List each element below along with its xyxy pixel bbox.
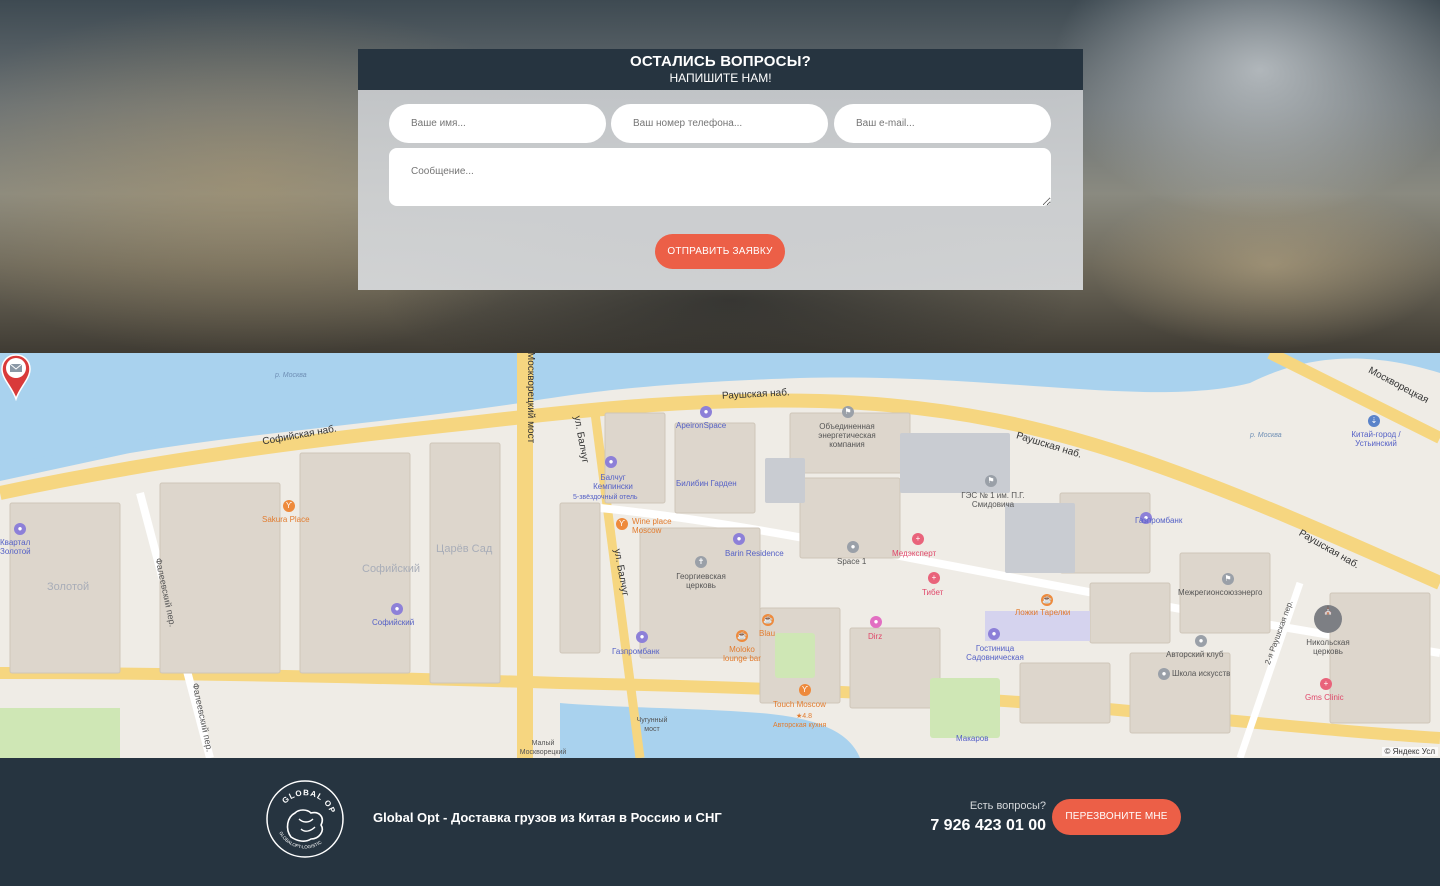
poi-label: Квартал Золотой xyxy=(0,538,31,556)
message-textarea[interactable] xyxy=(389,148,1051,206)
river-label: р. Москва xyxy=(275,372,307,379)
flag-icon[interactable]: ⚑ xyxy=(842,406,854,418)
street-label: Москворецкий мост xyxy=(525,353,537,444)
phone-number[interactable]: 7 926 423 01 00 xyxy=(900,817,1046,835)
poi-label: Тибет xyxy=(922,588,944,597)
district-label: Софийский xyxy=(362,563,421,575)
business-icon[interactable]: ● xyxy=(847,541,859,553)
poi-label: Space 1 xyxy=(837,557,867,566)
poi-label: Авторский клуб xyxy=(1166,650,1224,659)
poi-label: Barin Residence xyxy=(725,549,784,558)
global-opt-logo: GLOBAL OPT GLOBALOPT-LOGISTIC xyxy=(265,779,344,858)
cafe-icon[interactable]: ☕ xyxy=(762,614,774,626)
poi-label: Газпромбанк xyxy=(1135,516,1183,525)
poi-rating: ★4.8 xyxy=(796,713,813,720)
poi-label: Никольская церковь xyxy=(1306,638,1350,656)
poi-label: Moloko lounge bar xyxy=(723,645,761,663)
poi-label: Ложки Тарелки xyxy=(1015,608,1071,617)
contact-form: ОСТАЛИСЬ ВОПРОСЫ? НАПИШИТЕ НАМ! ОТПРАВИТ… xyxy=(358,49,1083,290)
hero-background: ОСТАЛИСЬ ВОПРОСЫ? НАПИШИТЕ НАМ! ОТПРАВИТ… xyxy=(0,0,1440,353)
drainage-canal xyxy=(560,703,860,758)
shop-icon[interactable]: ● xyxy=(870,616,882,628)
poi-label: Гостиница Садовническая xyxy=(966,644,1024,662)
email-input[interactable] xyxy=(834,104,1051,143)
club-icon[interactable]: ● xyxy=(1195,635,1207,647)
district-label: Золотой xyxy=(47,581,90,593)
business-icon[interactable]: ● xyxy=(14,523,26,535)
medical-icon[interactable]: + xyxy=(928,572,940,584)
business-icon[interactable]: ● xyxy=(391,603,403,615)
cafe-icon[interactable]: ☕ xyxy=(736,630,748,642)
name-input[interactable] xyxy=(389,104,606,143)
poi-label: Blau xyxy=(759,629,776,638)
callback-button[interactable]: ПЕРЕЗВОНИТЕ МНЕ xyxy=(1052,799,1181,835)
footer: GLOBAL OPT GLOBALOPT-LOGISTIC Global Opt… xyxy=(0,758,1440,886)
brand-tagline: Global Opt - Доставка грузов из Китая в … xyxy=(373,810,722,825)
poi-label: Балчуг Кемпински xyxy=(593,473,633,491)
restaurant-icon[interactable]: ϒ xyxy=(283,500,295,512)
medical-icon[interactable]: + xyxy=(912,533,924,545)
district-label: Царёв Сад xyxy=(436,543,493,555)
form-header: ОСТАЛИСЬ ВОПРОСЫ? НАПИШИТЕ НАМ! xyxy=(358,49,1083,90)
map-canvas xyxy=(0,353,1440,758)
restaurant-icon[interactable]: ϒ xyxy=(799,684,811,696)
form-title: ОСТАЛИСЬ ВОПРОСЫ? xyxy=(630,53,811,70)
poi-label: Sakura Place xyxy=(262,515,310,524)
submit-button[interactable]: ОТПРАВИТЬ ЗАЯВКУ xyxy=(655,234,785,269)
svg-text:GLOBALOPT-LOGISTIC: GLOBALOPT-LOGISTIC xyxy=(278,831,323,850)
hotel-icon[interactable]: ● xyxy=(605,456,617,468)
poi-label: Gms Clinic xyxy=(1305,693,1344,702)
poi-label: Межрегионсоюзэнерго xyxy=(1178,588,1263,597)
yandex-map[interactable]: р. Москва р. Москва Софийская наб. Раушс… xyxy=(0,353,1440,758)
poi-label: Газпромбанк xyxy=(612,647,660,656)
poi-label: Георгиевская церковь xyxy=(676,572,726,590)
poi-label: Чугунный мост xyxy=(636,717,668,733)
poi-label: Touch Moscow xyxy=(773,700,826,709)
hotel-icon[interactable]: ● xyxy=(700,406,712,418)
flag-icon[interactable]: ⚑ xyxy=(985,475,997,487)
church-icon[interactable]: ✝ xyxy=(695,556,707,568)
hotel-icon[interactable]: ● xyxy=(988,628,1000,640)
poi-label: ApeironSpace xyxy=(676,421,727,430)
flag-icon[interactable]: ⚑ xyxy=(1222,573,1234,585)
poi-label: Билибин Гарден xyxy=(676,479,737,488)
poi-sublabel: Авторская кухня xyxy=(773,722,827,729)
river-label: р. Москва xyxy=(1250,432,1282,439)
school-icon[interactable]: ● xyxy=(1158,668,1170,680)
poi-label: Китай-город / Устьинский xyxy=(1351,430,1401,448)
poi-label: Малый Москворецкий xyxy=(519,740,567,756)
poi-label: Макаров xyxy=(956,734,989,743)
poi-label: Объединенная энергетическая компания xyxy=(818,422,876,449)
poi-label: Dirz xyxy=(868,632,883,641)
background-blur xyxy=(1090,180,1440,350)
metro-icon[interactable]: ⇣ xyxy=(1368,415,1380,427)
poi-label: Wine place Moscow xyxy=(632,517,672,535)
hotel-icon[interactable]: ● xyxy=(733,533,745,545)
map-copyright[interactable]: © Яндекс Усл xyxy=(1381,747,1438,756)
poi-sublabel: 5-звёздочный отель xyxy=(573,494,638,501)
restaurant-icon[interactable]: ϒ xyxy=(616,518,628,530)
poi-label: Софийский xyxy=(372,618,415,627)
questions-label: Есть вопросы? xyxy=(969,800,1046,812)
form-subtitle: НАПИШИТЕ НАМ! xyxy=(669,71,772,85)
poi-label: ГЭС № 1 им. П.Г. Смидовича xyxy=(961,491,1025,509)
bank-icon[interactable]: ● xyxy=(636,631,648,643)
cafe-icon[interactable]: ☕ xyxy=(1041,594,1053,606)
medical-icon[interactable]: + xyxy=(1320,678,1332,690)
church-photo-icon[interactable]: ⛪ xyxy=(1314,605,1342,633)
phone-input[interactable] xyxy=(611,104,828,143)
poi-label: Медэксперт xyxy=(892,549,937,558)
location-marker-icon[interactable] xyxy=(0,353,32,401)
poi-label: Школа искусств xyxy=(1172,669,1231,678)
